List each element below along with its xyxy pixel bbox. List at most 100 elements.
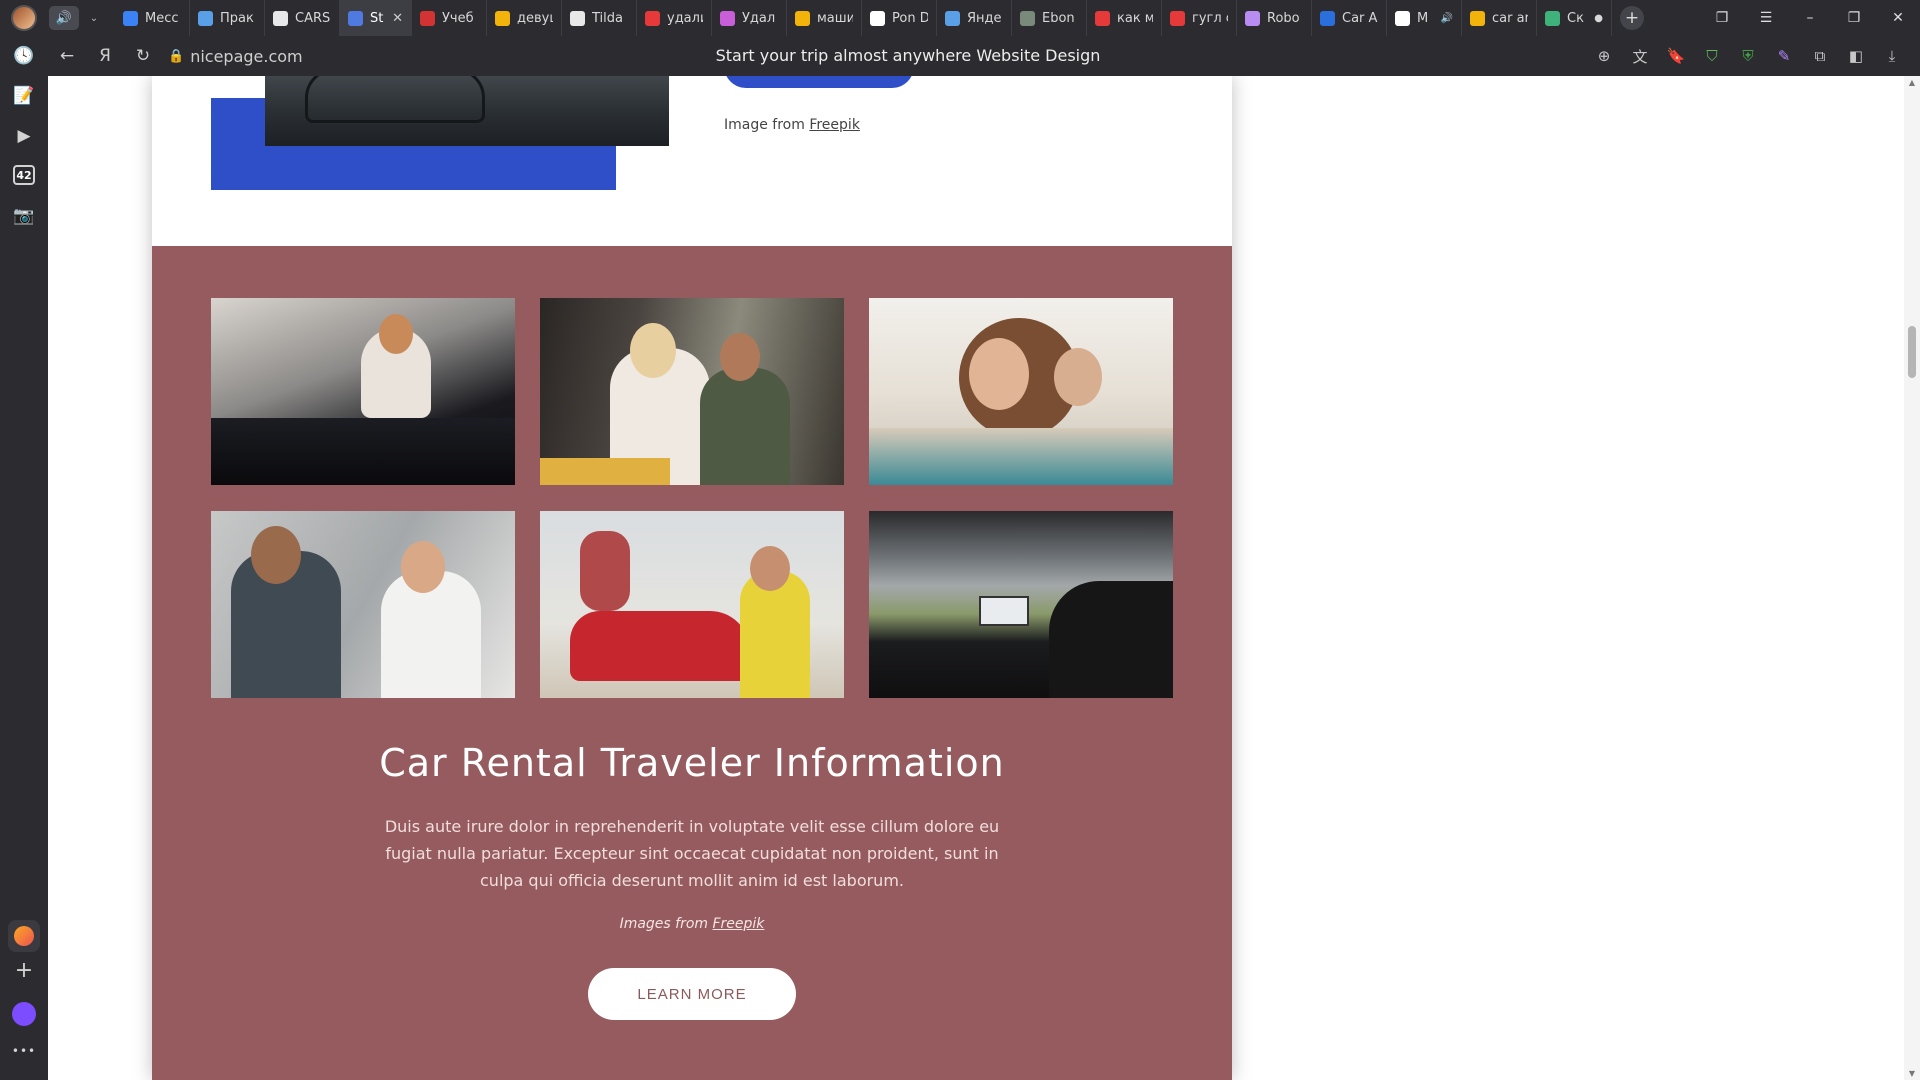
zoom-icon[interactable]: ⊕ [1586, 47, 1622, 65]
learn-more-button[interactable]: LEARN MORE [588, 968, 796, 1020]
paper-plane-icon [945, 10, 960, 26]
tab[interactable]: St ✕ [340, 0, 412, 36]
bookmark-icon[interactable]: 🔖 [1658, 47, 1694, 65]
scroll-up-icon[interactable]: ▲ [1904, 78, 1920, 87]
top-section: Image from Freepik [152, 76, 1232, 246]
extension-guard-icon[interactable]: ⛨ [1730, 47, 1766, 65]
download-icon[interactable]: ⤓ [1874, 47, 1910, 65]
tab[interactable]: как м [1087, 0, 1162, 36]
new-tab-button[interactable]: + [1620, 6, 1644, 30]
tabs-strip: Месс Прак CARS St ✕ Учеб девуш Tilda удали Удал ма… [115, 0, 1612, 36]
freepik-link-section[interactable]: Freepik [713, 916, 765, 932]
tab[interactable]: Учеб [412, 0, 487, 36]
tab-label: девуш [517, 10, 553, 26]
tab-label: маши [817, 10, 853, 26]
more-icon[interactable]: ••• [0, 1044, 48, 1058]
tab-bar: 🔊 ⌄ Месс Прак CARS St ✕ Учеб девуш Tilda удали Уд… [0, 0, 1920, 36]
nicepage-content: Image from Freepik Car Rental Traveler I… [152, 76, 1232, 1080]
tab[interactable]: маши [787, 0, 862, 36]
history-icon[interactable]: 🕓 [0, 46, 48, 66]
photo-women-convertible [869, 298, 1173, 485]
sound-icon[interactable]: 🔊 [49, 6, 79, 30]
tab-label: Янде [967, 10, 1002, 26]
scroll-thumb[interactable] [1908, 326, 1916, 378]
tab[interactable]: Удал [712, 0, 787, 36]
tab-label: М [1417, 10, 1429, 26]
section-description: Duis aute irure dolor in reprehenderit i… [384, 817, 1000, 890]
freepik-link[interactable]: Freepik [809, 117, 860, 133]
image-credit: Image from Freepik [724, 117, 860, 133]
images-credit-prefix: Images from [619, 916, 713, 932]
tab[interactable]: car ar [1462, 0, 1537, 36]
page-scrollbar[interactable]: ▲ ▼ [1904, 76, 1920, 1080]
tab[interactable]: Месс [115, 0, 190, 36]
profile-avatar[interactable] [11, 5, 37, 31]
robot-icon [1245, 10, 1260, 26]
tab[interactable]: гугл с [1162, 0, 1237, 36]
web-viewport: Image from Freepik Car Rental Traveler I… [48, 76, 1904, 1080]
tabs-menu-icon[interactable]: ❐ [1700, 10, 1744, 26]
video-icon[interactable]: ▶ [0, 126, 48, 146]
photo-friends-red-car [540, 511, 844, 698]
extension-shield-icon[interactable]: ⛉ [1694, 47, 1730, 65]
add-panel-icon[interactable]: + [0, 958, 48, 983]
tab-label: как м [1117, 10, 1153, 26]
collections-icon[interactable]: ⧉ [1802, 47, 1838, 65]
photo-couple-in-car [540, 298, 844, 485]
tab-audio-icon[interactable]: 🔊 [1441, 13, 1453, 24]
blue-button[interactable] [724, 76, 914, 88]
counter-badge[interactable]: 42 [13, 165, 35, 185]
tab-label: St [370, 10, 384, 26]
browser-sidebar: 🕓 📝 ▶ 42 📷 + ••• [0, 36, 48, 1080]
address-bar: ← Я ↻ 🔒 nicepage.com Start your trip alm… [48, 36, 1920, 76]
tab[interactable]: Ebon [1012, 0, 1087, 36]
tab-label: Учеб [442, 10, 474, 26]
tab[interactable]: Robo [1237, 0, 1312, 36]
image-icon [495, 10, 510, 26]
car-mirror-shape [305, 76, 485, 123]
extension-notify-icon[interactable]: ◧ [1838, 47, 1874, 65]
tab-label: Cк [1567, 10, 1584, 26]
alice-icon[interactable] [12, 1002, 36, 1026]
menu-icon[interactable]: ☰ [1744, 10, 1788, 26]
tab[interactable]: Pon D [862, 0, 937, 36]
paper-plane-icon [198, 10, 213, 26]
close-icon[interactable]: ✕ [1876, 10, 1920, 26]
notes-icon[interactable]: 📝 [0, 86, 48, 106]
tab-label: CARS [295, 10, 331, 26]
tab[interactable]: удали [637, 0, 712, 36]
images-credit: Images from Freepik [152, 916, 1232, 932]
tab-label: Car A [1342, 10, 1378, 26]
swirl-icon [720, 10, 735, 26]
tab[interactable]: Cк ● [1537, 0, 1612, 36]
p-logo-icon [348, 10, 363, 26]
image-icon [795, 10, 810, 26]
tab-close-icon[interactable]: ✕ [392, 11, 403, 26]
photo-key-handover [211, 511, 515, 698]
scroll-down-icon[interactable]: ▼ [1904, 1069, 1920, 1078]
image-icon [1470, 10, 1485, 26]
extension-feather-icon[interactable]: ✎ [1766, 47, 1802, 65]
tab[interactable]: Tilda [562, 0, 637, 36]
tab-label: Месс [145, 10, 179, 26]
minimize-icon[interactable]: – [1788, 10, 1832, 26]
chart-icon [1545, 10, 1560, 26]
tab[interactable]: М 🔊 [1387, 0, 1462, 36]
window-controls: ❐ ☰ – ❐ ✕ [1700, 0, 1920, 36]
screenshot-icon[interactable]: 📷 [0, 206, 48, 226]
translate-icon[interactable]: 文 [1622, 46, 1658, 67]
app-logo-icon [14, 926, 34, 946]
tab[interactable]: Прак [190, 0, 265, 36]
tab[interactable]: Янде [937, 0, 1012, 36]
tab[interactable]: Car A [1312, 0, 1387, 36]
sidebar-app-tile[interactable] [8, 920, 40, 952]
restore-icon[interactable]: ❐ [1832, 10, 1876, 26]
tab-label: car ar [1492, 10, 1528, 26]
tab-label: гугл с [1192, 10, 1228, 26]
tab[interactable]: девуш [487, 0, 562, 36]
chat-icon [123, 10, 138, 26]
tabs-dropdown-icon[interactable]: ⌄ [83, 13, 105, 24]
yandex-icon [1095, 10, 1110, 26]
yandex-icon [1170, 10, 1185, 26]
tab[interactable]: CARS [265, 0, 340, 36]
